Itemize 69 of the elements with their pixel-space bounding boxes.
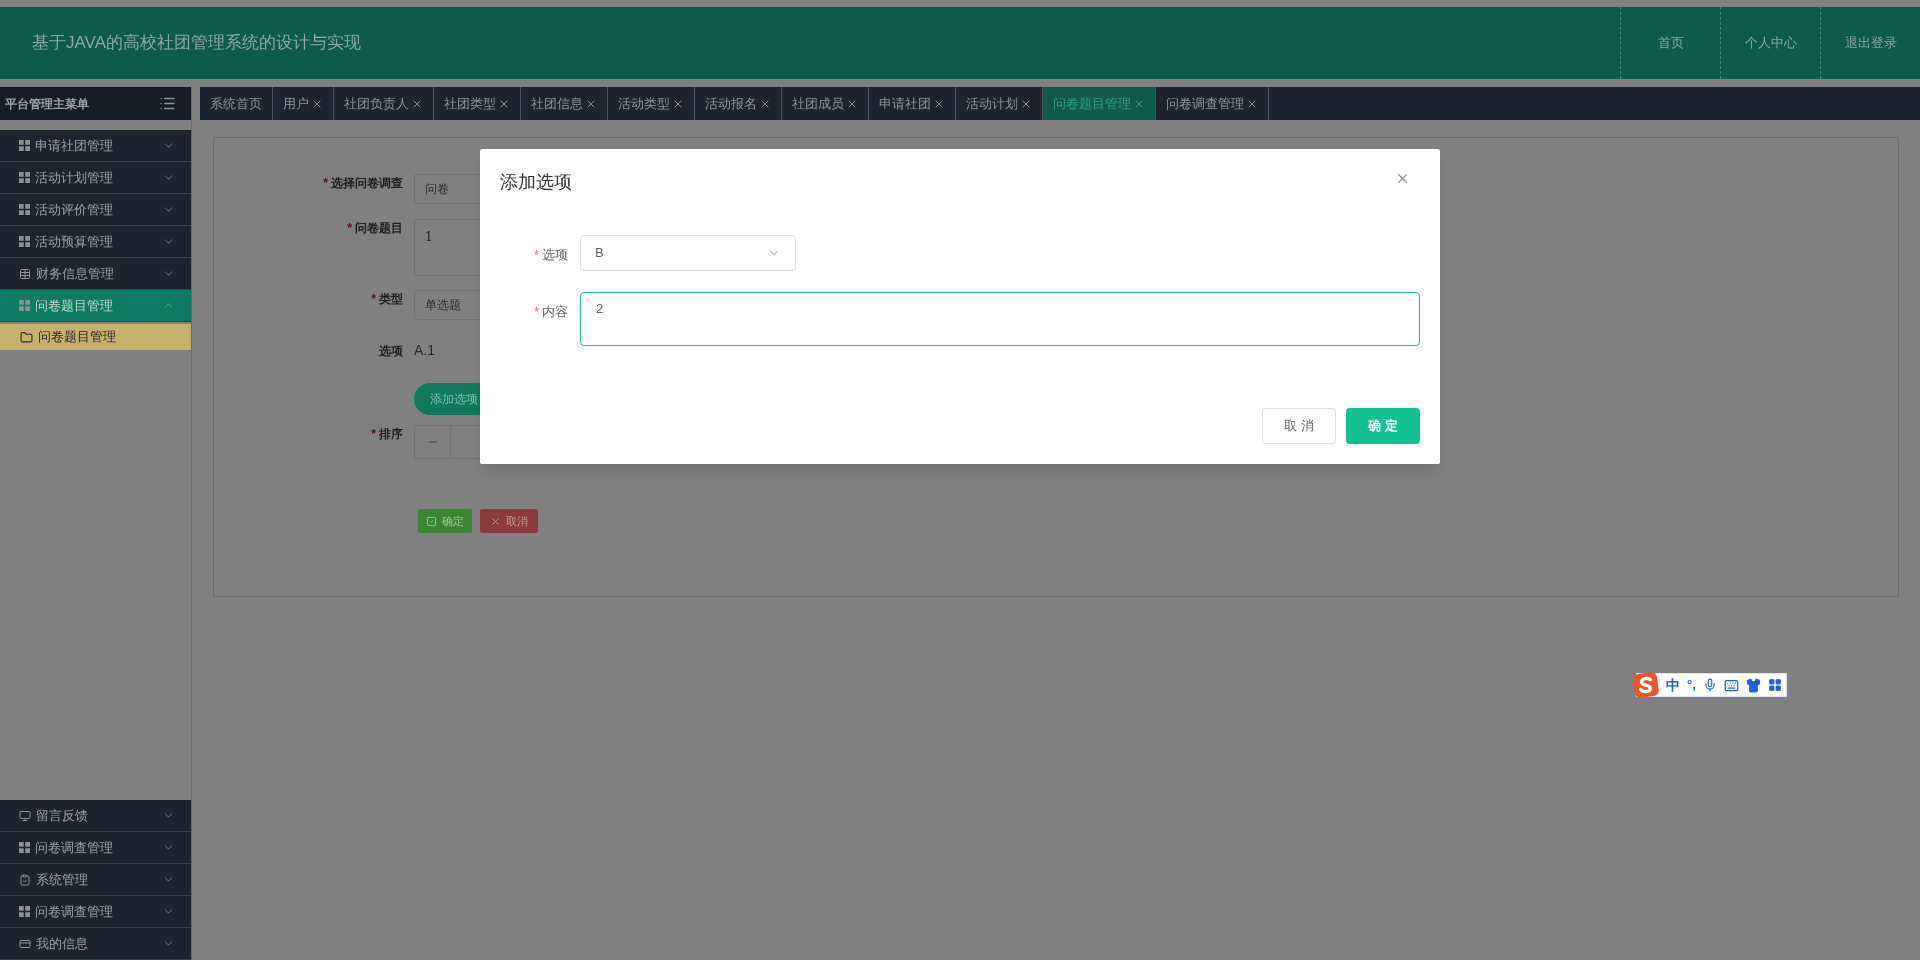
- field-label: 选择问卷调查: [331, 175, 403, 192]
- grid-icon: [19, 236, 30, 247]
- close-icon[interactable]: [1395, 171, 1410, 186]
- field-label: 排序: [379, 426, 403, 443]
- select-field[interactable]: B: [580, 235, 796, 271]
- menu-icon[interactable]: [159, 95, 176, 112]
- header-link[interactable]: 退出登录: [1820, 7, 1920, 79]
- monitor-icon: [19, 809, 31, 822]
- ime-mode[interactable]: 中: [1666, 674, 1680, 696]
- tab[interactable]: 社团成员: [782, 87, 869, 120]
- clipboard-icon: [19, 873, 31, 886]
- field-label: 问卷题目: [355, 220, 403, 237]
- required-mark: *: [533, 303, 539, 321]
- sidebar-item[interactable]: 活动预算管理: [0, 226, 191, 258]
- ime-punctuation[interactable]: °,: [1687, 675, 1696, 695]
- sidebar-item[interactable]: 活动计划管理: [0, 162, 191, 194]
- cancel-button[interactable]: 取消: [480, 509, 538, 533]
- sidebar-item[interactable]: 系统管理: [0, 864, 191, 896]
- tab[interactable]: 系统首页: [200, 87, 273, 120]
- header-link[interactable]: 首页: [1620, 7, 1720, 79]
- tab[interactable]: 社团类型: [434, 87, 521, 120]
- grid-icon: [19, 172, 30, 183]
- field-label: 选项: [379, 343, 403, 360]
- sidebar-item[interactable]: 活动评价管理: [0, 194, 191, 226]
- required-mark: *: [371, 291, 376, 308]
- grid-icon: [19, 140, 30, 151]
- shirt-icon[interactable]: [1745, 677, 1761, 693]
- card-icon: [19, 937, 31, 950]
- required-mark: *: [533, 246, 539, 264]
- dialog-title: 添加选项: [500, 171, 572, 194]
- grid-icon: [19, 204, 30, 215]
- sidebar-title: 平台管理主菜单: [5, 95, 89, 113]
- sidebar-item[interactable]: 问卷题目管理: [0, 290, 191, 322]
- grid-icon: [19, 842, 30, 853]
- field-label: 类型: [379, 291, 403, 308]
- cancel-button[interactable]: 取 消: [1262, 408, 1336, 444]
- tab[interactable]: 问卷调查管理: [1156, 87, 1269, 120]
- app-title: 基于JAVA的高校社团管理系统的设计与实现: [32, 32, 362, 55]
- keyboard-icon[interactable]: [1723, 677, 1739, 693]
- grid-icon[interactable]: [1767, 678, 1782, 692]
- textarea-field[interactable]: 2: [580, 292, 1420, 346]
- required-mark: *: [347, 220, 352, 237]
- table-icon: [19, 267, 31, 280]
- tab[interactable]: 活动报名: [695, 87, 782, 120]
- sidebar-item[interactable]: 留言反馈: [0, 800, 191, 832]
- field-label: 选项: [542, 246, 568, 264]
- submenu-item[interactable]: 问卷题目管理: [0, 324, 191, 350]
- required-mark: *: [371, 426, 376, 443]
- tab[interactable]: 社团负责人: [334, 87, 434, 120]
- grid-icon: [19, 300, 30, 311]
- tab[interactable]: 活动类型: [608, 87, 695, 120]
- close-icon: [490, 515, 501, 527]
- grid-icon: [19, 906, 30, 917]
- required-mark: *: [323, 175, 328, 192]
- sidebar-item[interactable]: 问卷调查管理: [0, 896, 191, 928]
- sidebar-item[interactable]: 问卷调查管理: [0, 832, 191, 864]
- field-label: 内容: [542, 303, 568, 321]
- checkbox-icon: [426, 515, 437, 527]
- sidebar-item[interactable]: 财务信息管理: [0, 258, 191, 290]
- sidebar-item[interactable]: 我的信息: [0, 928, 191, 960]
- tab[interactable]: 用户: [273, 87, 334, 120]
- sidebar-item[interactable]: 申请社团管理: [0, 130, 191, 162]
- option-text: A.1: [414, 341, 435, 360]
- microphone-icon[interactable]: [1702, 678, 1717, 692]
- folder-icon: [20, 330, 33, 344]
- tab[interactable]: 申请社团: [869, 87, 956, 120]
- tab[interactable]: 社团信息: [521, 87, 608, 120]
- ime-logo-icon[interactable]: [1633, 672, 1659, 698]
- header-link[interactable]: 个人中心: [1720, 7, 1820, 79]
